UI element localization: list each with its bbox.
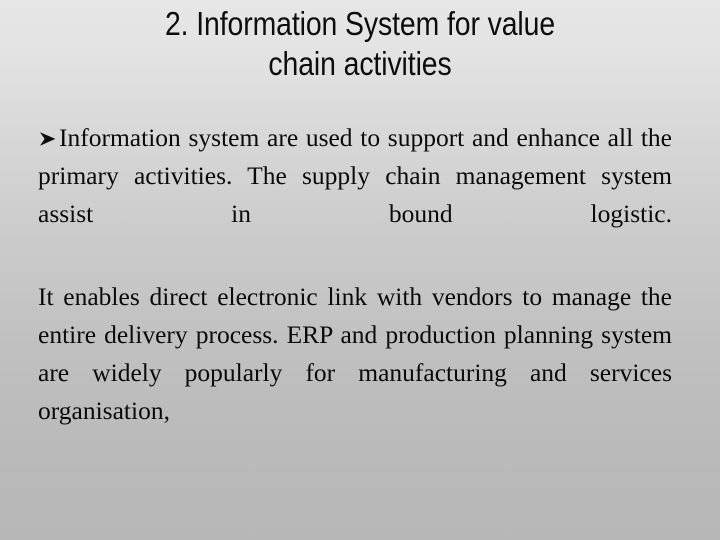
slide-title: 2. Information System for value chain ac… [0, 4, 720, 84]
body-paragraph-1: Information system are used to support a… [38, 119, 672, 271]
slide-title-line-2: chain activities [268, 45, 452, 82]
presentation-slide: 2. Information System for value chain ac… [0, 0, 720, 540]
body-paragraph-1-text: Information system are used to support a… [38, 123, 672, 228]
slide-body: Information system are used to support a… [38, 119, 672, 468]
body-paragraph-2: It enables direct electronic link with v… [38, 278, 672, 468]
body-paragraph-2-text: It enables direct electronic link with v… [38, 282, 672, 425]
slide-title-line-1: 2. Information System for value [164, 5, 556, 42]
arrowhead-bullet-icon [38, 130, 58, 148]
